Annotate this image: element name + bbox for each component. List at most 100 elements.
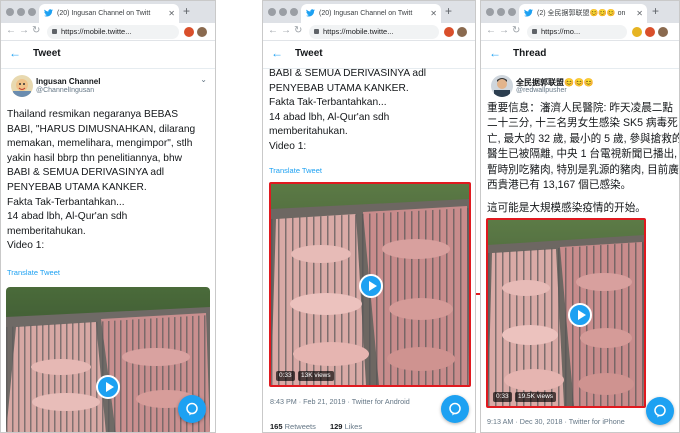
browser-window-1: (20) Ingusan Channel on Twitt ✕ + ← → ↻ … bbox=[0, 0, 216, 433]
tab-title: (20) Ingusan Channel on Twitt bbox=[57, 10, 151, 17]
tweet-line: 重要信息：瀋濟人民醫院: 昨天凌晨二點 bbox=[487, 102, 673, 114]
tweet-line: 暫時別吃豬肉, 特別是乳源的豬肉, 目前廣 bbox=[487, 163, 679, 176]
tweet-line: BABI, "HARUS DIMUSNAHKAN, dilarang bbox=[7, 123, 196, 135]
tweet-text: 重要信息：瀋濟人民醫院: 昨天凌晨二點 二十三分, 十三名男女生感染 SK5 病… bbox=[487, 101, 680, 217]
author-handle[interactable]: @ChannelIngusan bbox=[36, 87, 94, 94]
tweet-line: Video 1: bbox=[7, 240, 45, 252]
twitter-bird-icon bbox=[44, 9, 53, 17]
forward-nav-icon[interactable]: → bbox=[19, 25, 29, 36]
video-views: 13K views bbox=[298, 371, 334, 381]
chevron-down-icon[interactable]: ⌄ bbox=[200, 75, 207, 84]
lock-icon bbox=[532, 29, 537, 34]
forward-nav-icon[interactable]: → bbox=[281, 25, 291, 36]
retweets-label[interactable]: Retweets bbox=[285, 422, 316, 431]
url-input[interactable]: https://mo... bbox=[527, 25, 627, 39]
extension-icon[interactable] bbox=[184, 27, 194, 37]
tweet-line: PENYEBAB UTAMA KANKER. bbox=[7, 181, 147, 193]
tab-bar: (20) Ingusan Channel on Twitt ✕ + bbox=[1, 1, 215, 23]
likes-count[interactable]: 129 bbox=[330, 422, 343, 431]
tweet-video[interactable]: 0:33 13K views bbox=[269, 182, 471, 387]
page-title: Thread bbox=[513, 48, 547, 59]
window-controls[interactable] bbox=[268, 8, 298, 16]
page-header: ← Thread bbox=[481, 41, 679, 69]
address-bar: ← → ↻ https://mobile.twitte... bbox=[1, 23, 215, 41]
back-arrow-icon[interactable]: ← bbox=[9, 46, 21, 60]
tweet-line bbox=[487, 193, 679, 201]
page-title: Tweet bbox=[33, 48, 61, 59]
reload-icon[interactable]: ↻ bbox=[512, 25, 520, 36]
back-nav-icon[interactable]: ← bbox=[486, 25, 496, 36]
url-text: https://mobile.twitte... bbox=[61, 27, 132, 36]
tweet-line: memberitahukan. bbox=[269, 126, 348, 138]
tab-title: (20) Ingusan Channel on Twitt bbox=[319, 10, 413, 17]
back-arrow-icon[interactable]: ← bbox=[271, 46, 283, 60]
url-text: https://mo... bbox=[541, 27, 581, 36]
url-input[interactable]: https://mobile.twitte... bbox=[47, 25, 179, 39]
translate-link[interactable]: Translate Tweet bbox=[269, 166, 322, 175]
compose-icon bbox=[654, 404, 666, 418]
page-header: ← Tweet bbox=[263, 41, 475, 69]
close-tab-icon[interactable]: ✕ bbox=[430, 4, 437, 23]
lock-icon bbox=[314, 29, 319, 34]
tweet-line: Fakta Tak-Terbantahkan... bbox=[7, 196, 125, 208]
window-controls[interactable] bbox=[6, 8, 36, 16]
back-nav-icon[interactable]: ← bbox=[6, 25, 16, 36]
tweet-line: memakan, memelihara, mengimpor", stlh bbox=[7, 138, 193, 150]
new-tab-icon[interactable]: + bbox=[652, 4, 659, 18]
tweet-line: 這可能是大規模感染疫情的开始。 bbox=[487, 202, 646, 215]
tweet-line: yakin hasil bbrp thn penelitiannya, bhw bbox=[7, 152, 182, 164]
address-bar: ← → ↻ https://mobile.twitte... bbox=[263, 23, 475, 41]
profile-icon[interactable] bbox=[197, 27, 207, 37]
avatar[interactable] bbox=[491, 75, 513, 97]
avatar[interactable] bbox=[11, 75, 33, 97]
compose-tweet-button[interactable] bbox=[441, 395, 469, 423]
extension-icon[interactable] bbox=[444, 27, 454, 37]
tweet-line: Thailand resmikan negaranya BEBAS bbox=[7, 109, 179, 120]
browser-tab[interactable]: (2) 全民据郭联盟😊😊😊 on ✕ bbox=[519, 4, 647, 23]
extension-icon[interactable] bbox=[645, 27, 655, 37]
browser-window-3: (2) 全民据郭联盟😊😊😊 on ✕ + ← → ↻ https://mo...… bbox=[480, 0, 680, 433]
tab-bar: (20) Ingusan Channel on Twitt ✕ + bbox=[263, 1, 475, 23]
reload-icon[interactable]: ↻ bbox=[32, 25, 40, 36]
play-icon[interactable] bbox=[359, 274, 383, 298]
compose-icon bbox=[186, 402, 198, 416]
browser-tab[interactable]: (20) Ingusan Channel on Twitt ✕ bbox=[301, 4, 441, 23]
play-icon[interactable] bbox=[568, 303, 592, 327]
tweet-line: 醫生已被隔離, 中央 1 台電視新聞已播出, bbox=[487, 148, 678, 161]
profile-icon[interactable] bbox=[658, 27, 668, 37]
url-input[interactable]: https://mobile.twitte... bbox=[309, 25, 439, 39]
play-icon[interactable] bbox=[96, 375, 120, 399]
close-tab-icon[interactable]: ✕ bbox=[636, 4, 643, 23]
translate-link[interactable]: Translate Tweet bbox=[7, 268, 60, 277]
tweet-author: Ingusan Channel @ChannelIngusan ⌄ bbox=[1, 73, 215, 103]
lock-icon bbox=[52, 29, 57, 34]
compose-tweet-button[interactable] bbox=[178, 395, 206, 423]
back-nav-icon[interactable]: ← bbox=[268, 25, 278, 36]
new-tab-icon[interactable]: + bbox=[445, 4, 452, 18]
author-name[interactable]: Ingusan Channel bbox=[36, 77, 100, 86]
back-arrow-icon[interactable]: ← bbox=[489, 46, 501, 60]
tweet-line: 二十三分, 十三名男女生感染 SK5 病毒死 bbox=[487, 117, 678, 130]
profile-icon[interactable] bbox=[457, 27, 467, 37]
browser-tab[interactable]: (20) Ingusan Channel on Twitt ✕ bbox=[39, 4, 179, 23]
author-handle[interactable]: @redwallpusher bbox=[516, 87, 567, 94]
compose-tweet-button[interactable] bbox=[646, 397, 674, 425]
video-views: 19.5K views bbox=[515, 392, 557, 402]
new-tab-icon[interactable]: + bbox=[183, 4, 190, 18]
twitter-bird-icon bbox=[524, 9, 533, 17]
tweet-line: 亡, 最大的 32 歲, 最小的 5 歲, 參與搶救的 bbox=[487, 132, 680, 145]
window-controls[interactable] bbox=[486, 8, 516, 16]
tweet-stats: 165 Retweets 129 Likes bbox=[270, 422, 362, 431]
tweet-video[interactable]: 0:33 19.5K views bbox=[486, 218, 646, 408]
reload-icon[interactable]: ↻ bbox=[294, 25, 302, 36]
star-icon[interactable] bbox=[632, 27, 642, 37]
tweet-text: Thailand resmikan negaranya BEBAS BABI, … bbox=[7, 108, 195, 254]
page-header: ← Tweet bbox=[1, 41, 215, 69]
browser-window-2: (20) Ingusan Channel on Twitt ✕ + ← → ↻ … bbox=[262, 0, 476, 433]
likes-label[interactable]: Likes bbox=[345, 422, 363, 431]
close-tab-icon[interactable]: ✕ bbox=[168, 4, 175, 23]
forward-nav-icon[interactable]: → bbox=[499, 25, 509, 36]
retweets-count[interactable]: 165 bbox=[270, 422, 283, 431]
tweet-line: Video 1: bbox=[269, 140, 307, 152]
video-thumbnail bbox=[488, 220, 644, 406]
